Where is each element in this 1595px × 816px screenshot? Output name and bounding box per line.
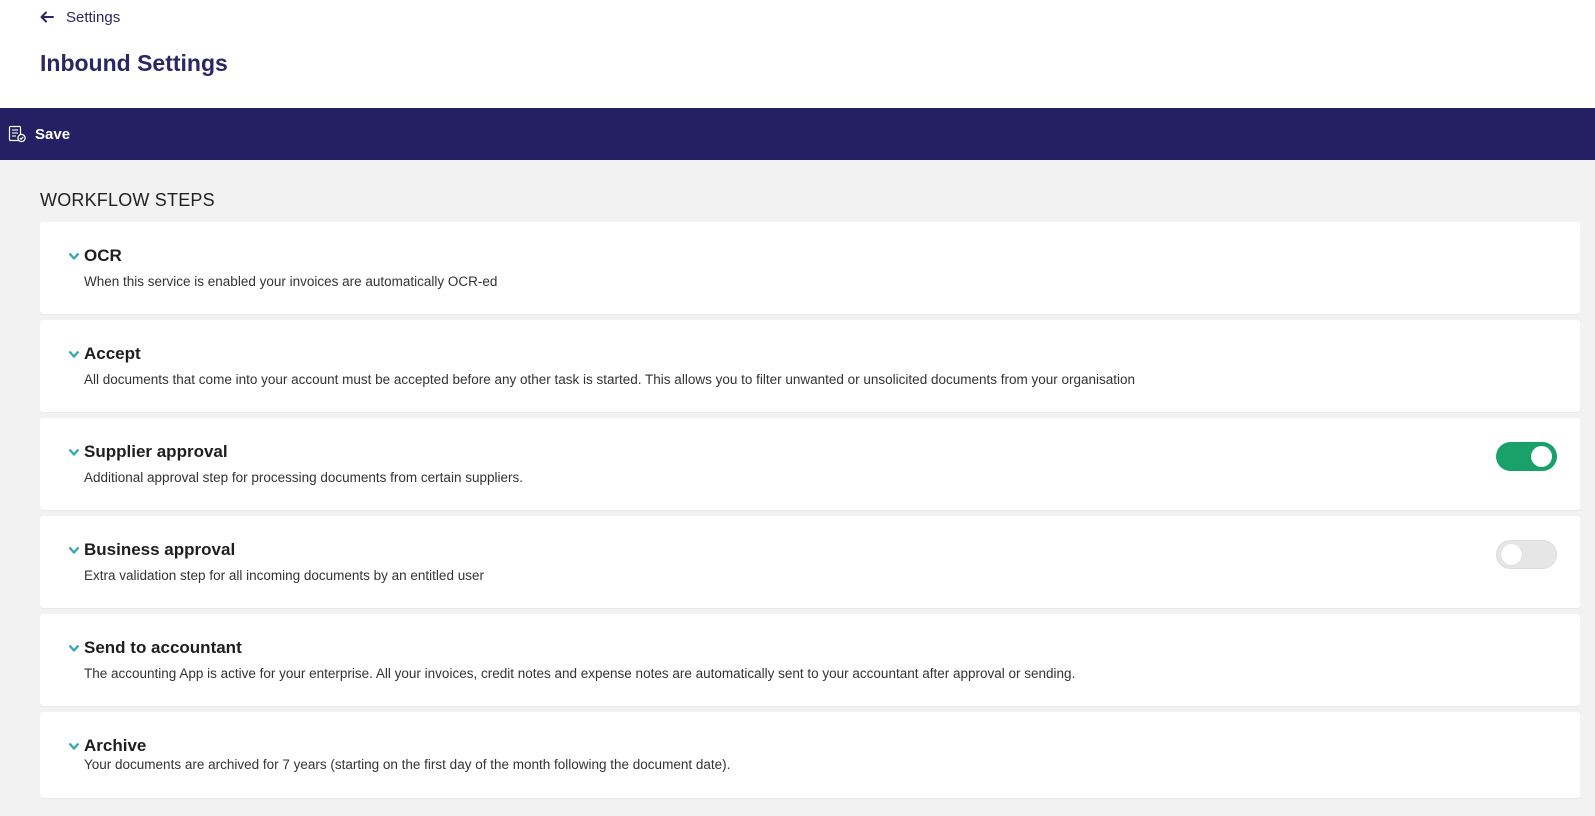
step-title: Send to accountant [84, 638, 242, 657]
supplier-approval-toggle[interactable] [1496, 442, 1557, 471]
toggle-knob [1531, 446, 1552, 467]
step-card-supplier-approval: Supplier approval Additional approval st… [40, 418, 1580, 510]
action-toolbar: Save [0, 108, 1595, 160]
step-description: When this service is enabled your invoic… [84, 274, 498, 289]
step-card-business-approval: Business approval Extra validation step … [40, 516, 1580, 608]
save-document-icon [8, 125, 26, 143]
chevron-down-icon[interactable] [68, 446, 80, 458]
section-title: WORKFLOW STEPS [40, 190, 215, 210]
chevron-down-icon[interactable] [68, 642, 80, 654]
workflow-content: WORKFLOW STEPS OCR When this service is … [0, 160, 1595, 816]
step-title: Archive [84, 736, 147, 755]
step-card-archive: Archive Your documents are archived for … [40, 712, 1580, 798]
chevron-down-icon[interactable] [68, 740, 80, 752]
business-approval-toggle[interactable] [1496, 540, 1557, 569]
save-button-label: Save [35, 125, 71, 143]
chevron-down-icon[interactable] [68, 250, 80, 262]
step-title: Supplier approval [84, 442, 228, 461]
step-title: Business approval [84, 540, 236, 559]
step-description: All documents that come into your accoun… [84, 372, 1136, 387]
chevron-down-icon[interactable] [68, 544, 80, 556]
save-button[interactable]: Save [0, 108, 78, 160]
step-description: Your documents are archived for 7 years … [84, 757, 731, 772]
step-description: Additional approval step for processing … [84, 470, 523, 485]
back-link-label: Settings [66, 8, 121, 26]
step-description: The accounting App is active for your en… [84, 666, 1076, 681]
toggle-knob [1501, 544, 1522, 565]
step-card-accept: Accept All documents that come into your… [40, 320, 1580, 412]
step-title: Accept [84, 344, 141, 363]
step-description: Extra validation step for all incoming d… [84, 568, 484, 583]
arrow-left-icon [40, 11, 54, 23]
step-card-send-to-accountant: Send to accountant The accounting App is… [40, 614, 1580, 706]
page-title: Inbound Settings [40, 50, 228, 76]
step-title: OCR [84, 246, 122, 265]
back-to-settings-link[interactable]: Settings [40, 5, 120, 29]
page-header: Settings Inbound Settings [0, 0, 1595, 108]
step-card-ocr: OCR When this service is enabled your in… [40, 222, 1580, 314]
chevron-down-icon[interactable] [68, 348, 80, 360]
